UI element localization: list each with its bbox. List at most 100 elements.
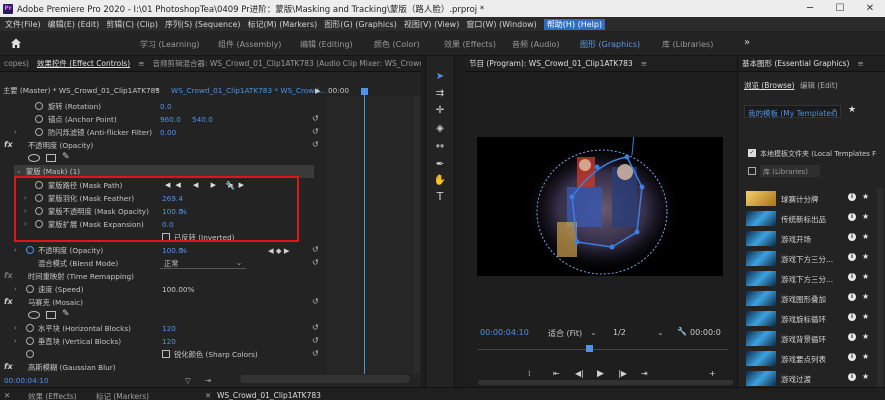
add-button-icon[interactable]: + <box>709 369 716 378</box>
hblocks-stopwatch-icon[interactable] <box>26 324 34 332</box>
tab-program[interactable]: 节目 (Program): WS_Crowd_01_Clip1ATK783 <box>469 58 633 69</box>
info-icon[interactable]: i <box>848 193 856 201</box>
program-playhead[interactable] <box>586 345 593 352</box>
ec-scrollbar[interactable] <box>413 96 420 374</box>
quality-dropdown-icon[interactable]: ⌄ <box>657 328 664 337</box>
vblocks-expand-icon[interactable]: › <box>14 337 17 345</box>
rectangle-mask-icon[interactable] <box>46 154 56 162</box>
star-icon[interactable]: ★ <box>862 292 869 301</box>
search-icon[interactable]: ⌕ <box>832 106 836 116</box>
menu-item-0[interactable]: 文件(File) <box>5 19 41 30</box>
gaussian-fx-icon[interactable]: fx <box>4 362 13 371</box>
bottom-panel-close-icon[interactable]: ✕ <box>4 391 10 400</box>
minimize-button[interactable]: ─ <box>795 0 825 17</box>
mosaic-ellipse-mask-icon[interactable] <box>28 311 40 319</box>
opacity-keyframe-nav[interactable]: ◀ ◆ ▶ <box>268 246 289 255</box>
vblocks-reset-icon[interactable]: ↺ <box>312 336 319 345</box>
speed-expand-icon[interactable]: › <box>14 285 17 293</box>
anchor-x-value[interactable]: 960.0 <box>160 115 181 124</box>
template-item[interactable]: 游戏过渡 i ★ <box>744 371 885 386</box>
menu-item-4[interactable]: 标记(M) (Markers) <box>248 19 318 30</box>
speed-stopwatch-icon[interactable] <box>26 285 34 293</box>
info-icon[interactable]: i <box>848 373 856 381</box>
hblocks-value[interactable]: 120 <box>162 324 176 333</box>
workspace-tab-0[interactable]: 学习 (Learning) <box>140 39 200 50</box>
ec-mini-timeline[interactable] <box>326 88 412 374</box>
local-templates-checkbox[interactable]: ✓ <box>748 149 756 157</box>
star-icon[interactable]: ★ <box>862 192 869 201</box>
anchor-y-value[interactable]: 540.0 <box>192 115 213 124</box>
eg-menu-icon[interactable]: ≡ <box>857 59 863 68</box>
anchor-reset-icon[interactable]: ↺ <box>312 114 319 123</box>
template-item[interactable]: 游戏图形叠加 i ★ <box>744 291 885 306</box>
sharp-stopwatch-icon[interactable] <box>26 350 34 358</box>
mask-1-collapse-icon[interactable]: ⌄ <box>16 167 22 175</box>
eg-tab-edit[interactable]: 编辑 (Edit) <box>800 80 838 91</box>
workspace-tab-6[interactable]: 图形 (Graphics) <box>580 39 640 50</box>
workspace-tab-3[interactable]: 颜色 (Color) <box>374 39 420 50</box>
menu-item-2[interactable]: 剪辑(C) (Clip) <box>106 19 158 30</box>
blend-reset-icon[interactable]: ↺ <box>312 258 319 267</box>
template-item[interactable]: 游戏下方三分... i ★ <box>744 251 885 266</box>
ec-playhead-handle[interactable] <box>361 88 368 95</box>
program-menu-icon[interactable]: ≡ <box>641 59 647 68</box>
template-item[interactable]: 传统新标出品 i ★ <box>744 211 885 226</box>
maximize-button[interactable]: ☐ <box>825 0 855 17</box>
program-scrubber[interactable] <box>478 345 728 355</box>
ellipse-mask-icon[interactable] <box>28 154 40 162</box>
settings-wrench-icon[interactable]: 🔧 <box>677 327 687 336</box>
fx-icon[interactable]: fx <box>4 140 13 149</box>
track-select-tool-icon[interactable]: ⇉ <box>434 87 446 99</box>
play-audio-icon[interactable]: ▶ <box>315 86 321 95</box>
mosaic-reset-icon[interactable]: ↺ <box>312 297 319 306</box>
fit-dropdown-icon[interactable]: ⌄ <box>590 328 597 337</box>
libraries-checkbox[interactable] <box>748 167 756 175</box>
star-icon[interactable]: ★ <box>862 252 869 261</box>
menu-item-8[interactable]: 帮助(H) (Help) <box>543 18 606 30</box>
template-item[interactable]: 游戏下方三分... i ★ <box>744 271 885 286</box>
template-item[interactable]: 游戏旋标循环 i ★ <box>744 311 885 326</box>
antiflicker-stopwatch-icon[interactable] <box>35 128 43 136</box>
ec-playhead[interactable] <box>364 90 365 374</box>
fit-select[interactable]: 适合 (Fit) <box>548 328 582 339</box>
info-icon[interactable]: i <box>848 273 856 281</box>
favorite-star-icon[interactable]: ★ <box>848 105 856 115</box>
star-icon[interactable]: ★ <box>862 312 869 321</box>
master-clip-label[interactable]: 主要 (Master) * WS_Crowd_01_Clip1ATK783 <box>3 86 160 96</box>
info-icon[interactable]: i <box>848 293 856 301</box>
template-item[interactable]: 游戏背景循环 i ★ <box>744 331 885 346</box>
program-video-frame[interactable] <box>477 137 723 276</box>
workspace-tab-4[interactable]: 效果 (Effects) <box>444 39 496 50</box>
info-icon[interactable]: i <box>848 353 856 361</box>
rotation-stopwatch-icon[interactable] <box>35 102 43 110</box>
close-button[interactable]: ✕ <box>855 0 885 17</box>
step-back-icon[interactable]: ◀| <box>575 369 584 378</box>
pen-tool-icon[interactable]: ✒ <box>434 158 446 170</box>
sharp-reset-icon[interactable]: ↺ <box>312 349 319 358</box>
go-to-in-icon[interactable]: ⇤ <box>553 369 560 378</box>
master-dropdown-icon[interactable]: ▾ <box>155 86 159 94</box>
blend-mode-select[interactable]: 正常 ⌄ <box>160 258 246 269</box>
tab-effects[interactable]: 效果 (Effects) <box>28 391 77 400</box>
tab-markers[interactable]: 标记 (Markers) <box>96 391 149 400</box>
antiflicker-reset-icon[interactable]: ↺ <box>312 127 319 136</box>
libraries-select[interactable]: 库 (Libraries) <box>760 165 820 177</box>
info-icon[interactable]: i <box>848 213 856 221</box>
opacity-expand-icon[interactable]: › <box>14 246 17 254</box>
hand-tool-icon[interactable]: ✋ <box>434 174 446 186</box>
antiflicker-value[interactable]: 0.00 <box>160 128 176 137</box>
tab-timeline[interactable]: WS_Crowd_01_Clip1ATK783 <box>217 391 321 400</box>
ec-horizontal-scrollbar[interactable] <box>240 375 410 383</box>
opacity-stopwatch-icon[interactable] <box>26 246 34 254</box>
tab-audio-clip-mixer[interactable]: 音频剪辑混合器: WS_Crowd_01_Clip1ATK783 (Audio … <box>152 58 421 69</box>
tab-effect-controls[interactable]: 效果控件 (Effect Controls) <box>37 58 130 69</box>
star-icon[interactable]: ★ <box>862 332 869 341</box>
ec-filter-icon[interactable]: ▽ <box>185 376 191 385</box>
mosaic-fx-icon[interactable]: fx <box>4 297 13 306</box>
templates-select[interactable]: 我的模板 (My Templates) <box>744 105 841 118</box>
rotation-value[interactable]: 0.0 <box>160 102 172 111</box>
eg-tab-browse[interactable]: 浏览 (Browse) <box>744 80 795 91</box>
effect-controls-menu-icon[interactable]: ≡ <box>138 59 144 68</box>
workspace-tab-7[interactable]: 库 (Libraries) <box>662 39 713 50</box>
star-icon[interactable]: ★ <box>862 372 869 381</box>
